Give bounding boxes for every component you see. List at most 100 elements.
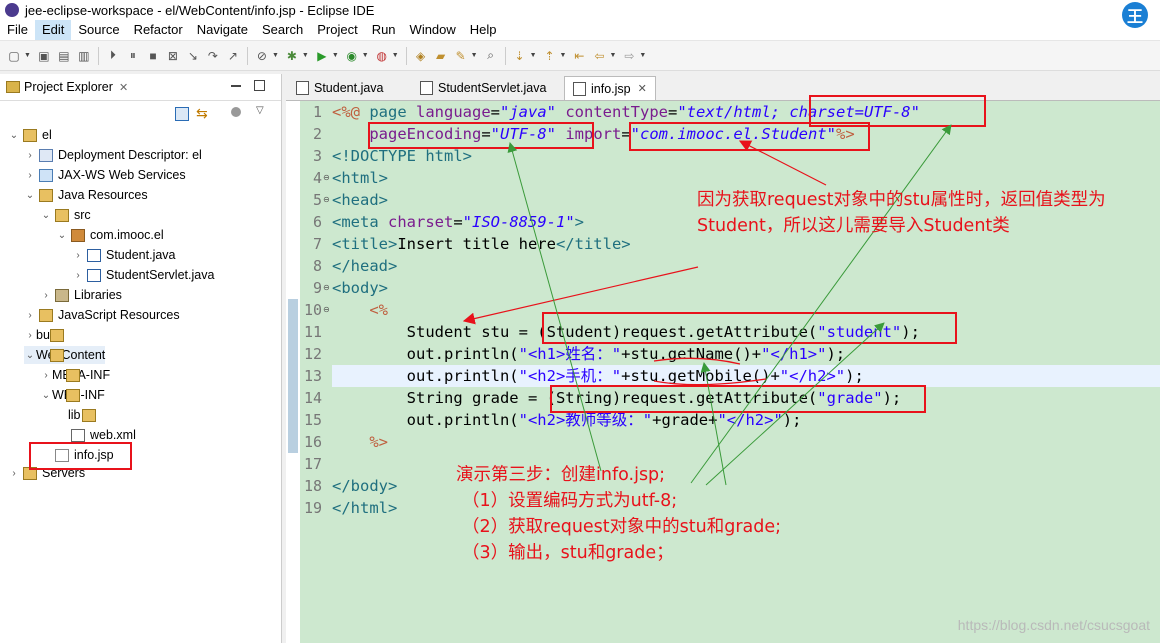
code-editor[interactable]: 1 2 3 4 5 6 7 8 9 10 11 12 13 14 15 16 1… — [286, 95, 1160, 643]
forward-icon[interactable]: ⇨ — [621, 48, 637, 64]
chevron-right-icon[interactable]: › — [40, 370, 52, 381]
chevron-right-icon[interactable]: › — [24, 170, 36, 181]
print-icon[interactable]: ▥ — [76, 48, 92, 64]
open-task-icon[interactable]: ✎ — [453, 48, 469, 64]
chevron-right-icon[interactable]: › — [24, 310, 36, 321]
chevron-down-icon[interactable]: ⌄ — [8, 130, 20, 141]
fold-toggle-icon[interactable]: ⊖ — [323, 195, 330, 204]
tab-info-jsp[interactable]: info.jsp ✕ — [564, 76, 656, 100]
step-return-icon[interactable]: ↗ — [225, 48, 241, 64]
menu-run[interactable]: Run — [365, 20, 403, 40]
chevron-right-icon[interactable]: › — [24, 330, 36, 341]
chevron-down-icon[interactable]: ⌄ — [24, 190, 36, 201]
menu-help[interactable]: Help — [463, 20, 504, 40]
next-annotation-dropdown-icon[interactable]: ▼ — [530, 52, 537, 59]
skip-breakpoints-icon[interactable]: ⊘ — [254, 48, 270, 64]
fold-toggle-icon[interactable]: ⊖ — [323, 283, 330, 292]
task-dropdown-icon[interactable]: ▼ — [471, 52, 478, 59]
external-tools-icon[interactable]: ◍ — [374, 48, 390, 64]
prev-annotation-icon[interactable]: ⇡ — [542, 48, 558, 64]
tree-item-deployment-descriptor[interactable]: › Deployment Descriptor: el — [24, 146, 201, 164]
next-annotation-icon[interactable]: ⇣ — [512, 48, 528, 64]
code-line-5: <head> — [332, 191, 388, 209]
save-all-icon[interactable]: ▤ — [56, 48, 72, 64]
maximize-icon[interactable] — [254, 80, 265, 91]
chevron-right-icon[interactable]: › — [72, 270, 84, 281]
tree-item-src[interactable]: ⌄ src — [40, 206, 91, 224]
folder-icon — [50, 328, 64, 342]
chevron-down-icon[interactable]: ⌄ — [40, 390, 52, 401]
chevron-right-icon[interactable]: › — [40, 290, 52, 301]
coverage-dropdown-icon[interactable]: ▼ — [362, 52, 369, 59]
open-folder-icon[interactable]: ▰ — [433, 48, 449, 64]
tab-studentservlet-java[interactable]: StudentServlet.java — [412, 76, 554, 100]
chevron-right-icon[interactable]: › — [8, 468, 20, 479]
debug-dropdown-icon[interactable]: ▼ — [302, 52, 309, 59]
step-into-icon[interactable]: ↘ — [185, 48, 201, 64]
new-icon[interactable]: ▢ — [6, 48, 22, 64]
disconnect-icon[interactable]: ⊠ — [165, 48, 181, 64]
tree-item-jax-ws[interactable]: › JAX-WS Web Services — [24, 166, 185, 184]
new-dropdown-icon[interactable]: ▼ — [24, 52, 31, 59]
menu-refactor[interactable]: Refactor — [127, 20, 190, 40]
user-avatar[interactable]: 王 — [1122, 2, 1148, 28]
prev-annotation-dropdown-icon[interactable]: ▼ — [560, 52, 567, 59]
code-line-10: <% — [369, 301, 388, 319]
fold-toggle-icon[interactable]: ⊖ — [323, 173, 330, 182]
tree-item-webcontent[interactable]: ⌄ WebContent — [24, 346, 106, 364]
chevron-down-icon[interactable]: ⌄ — [56, 230, 68, 241]
tree-item-web-inf[interactable]: ⌄WEB-INF — [40, 386, 105, 404]
tab-student-java[interactable]: Student.java — [288, 76, 392, 100]
tree-item-lib[interactable]: lib — [56, 406, 96, 424]
run-dropdown-icon[interactable]: ▼ — [332, 52, 339, 59]
external-tools-dropdown-icon[interactable]: ▼ — [392, 52, 399, 59]
step-over-icon[interactable]: ↷ — [205, 48, 221, 64]
project-explorer-title[interactable]: Project Explorer — [24, 80, 113, 94]
view-menu-icon[interactable]: ▽ — [256, 105, 264, 116]
close-icon[interactable]: ✕ — [119, 81, 128, 94]
tree-item-build[interactable]: ›build — [24, 326, 64, 344]
back-dropdown-icon[interactable]: ▼ — [609, 52, 616, 59]
collapse-all-icon[interactable] — [175, 107, 189, 121]
menu-navigate[interactable]: Navigate — [190, 20, 255, 40]
tree-item-student-java[interactable]: › Student.java — [72, 246, 175, 264]
coverage-icon[interactable]: ◉ — [344, 48, 360, 64]
menu-window[interactable]: Window — [403, 20, 463, 40]
back-icon[interactable]: ⇦ — [591, 48, 607, 64]
link-with-editor-icon[interactable]: ⇆ — [196, 105, 208, 122]
tree-item-libraries[interactable]: › Libraries — [40, 286, 122, 304]
last-edit-icon[interactable]: ⇤ — [571, 48, 587, 64]
tree-item-package[interactable]: ⌄ com.imooc.el — [56, 226, 164, 244]
tree-item-el[interactable]: ⌄ el — [8, 126, 52, 144]
close-tab-icon[interactable]: ✕ — [638, 82, 647, 95]
minimize-icon[interactable] — [231, 85, 241, 87]
menu-file[interactable]: File — [0, 20, 35, 40]
menu-edit[interactable]: Edit — [34, 20, 72, 40]
folder-icon — [82, 408, 96, 422]
fold-toggle-icon[interactable]: ⊖ — [323, 305, 330, 314]
menu-source[interactable]: Source — [71, 20, 126, 40]
resume-icon[interactable]: ⏵ — [105, 48, 121, 64]
tree-item-javascript-resources[interactable]: › JavaScript Resources — [24, 306, 179, 324]
tree-item-java-resources[interactable]: ⌄ Java Resources — [24, 186, 148, 204]
save-icon[interactable]: ▣ — [36, 48, 52, 64]
menu-search[interactable]: Search — [255, 20, 310, 40]
open-type-icon[interactable]: ◈ — [413, 48, 429, 64]
debug-icon[interactable]: ✱ — [284, 48, 300, 64]
terminate-icon[interactable]: ■ — [145, 48, 161, 64]
filter-icon[interactable] — [231, 107, 241, 117]
menu-project[interactable]: Project — [310, 20, 364, 40]
search-icon[interactable]: ⌕ — [483, 48, 499, 64]
chevron-right-icon[interactable]: › — [24, 150, 36, 161]
tree-item-studentservlet-java[interactable]: › StudentServlet.java — [72, 266, 214, 284]
chevron-down-icon[interactable]: ⌄ — [40, 210, 52, 221]
suspend-icon[interactable]: ⏸ — [125, 48, 141, 64]
skip-dropdown-icon[interactable]: ▼ — [272, 52, 279, 59]
chevron-right-icon[interactable]: › — [72, 250, 84, 261]
forward-dropdown-icon[interactable]: ▼ — [639, 52, 646, 59]
line-number: 3 — [312, 147, 322, 165]
chevron-down-icon[interactable]: ⌄ — [24, 350, 36, 361]
tree-item-meta-inf[interactable]: › META-INF — [40, 366, 110, 384]
run-icon[interactable]: ▶ — [314, 48, 330, 64]
xml-file-icon — [71, 428, 85, 442]
